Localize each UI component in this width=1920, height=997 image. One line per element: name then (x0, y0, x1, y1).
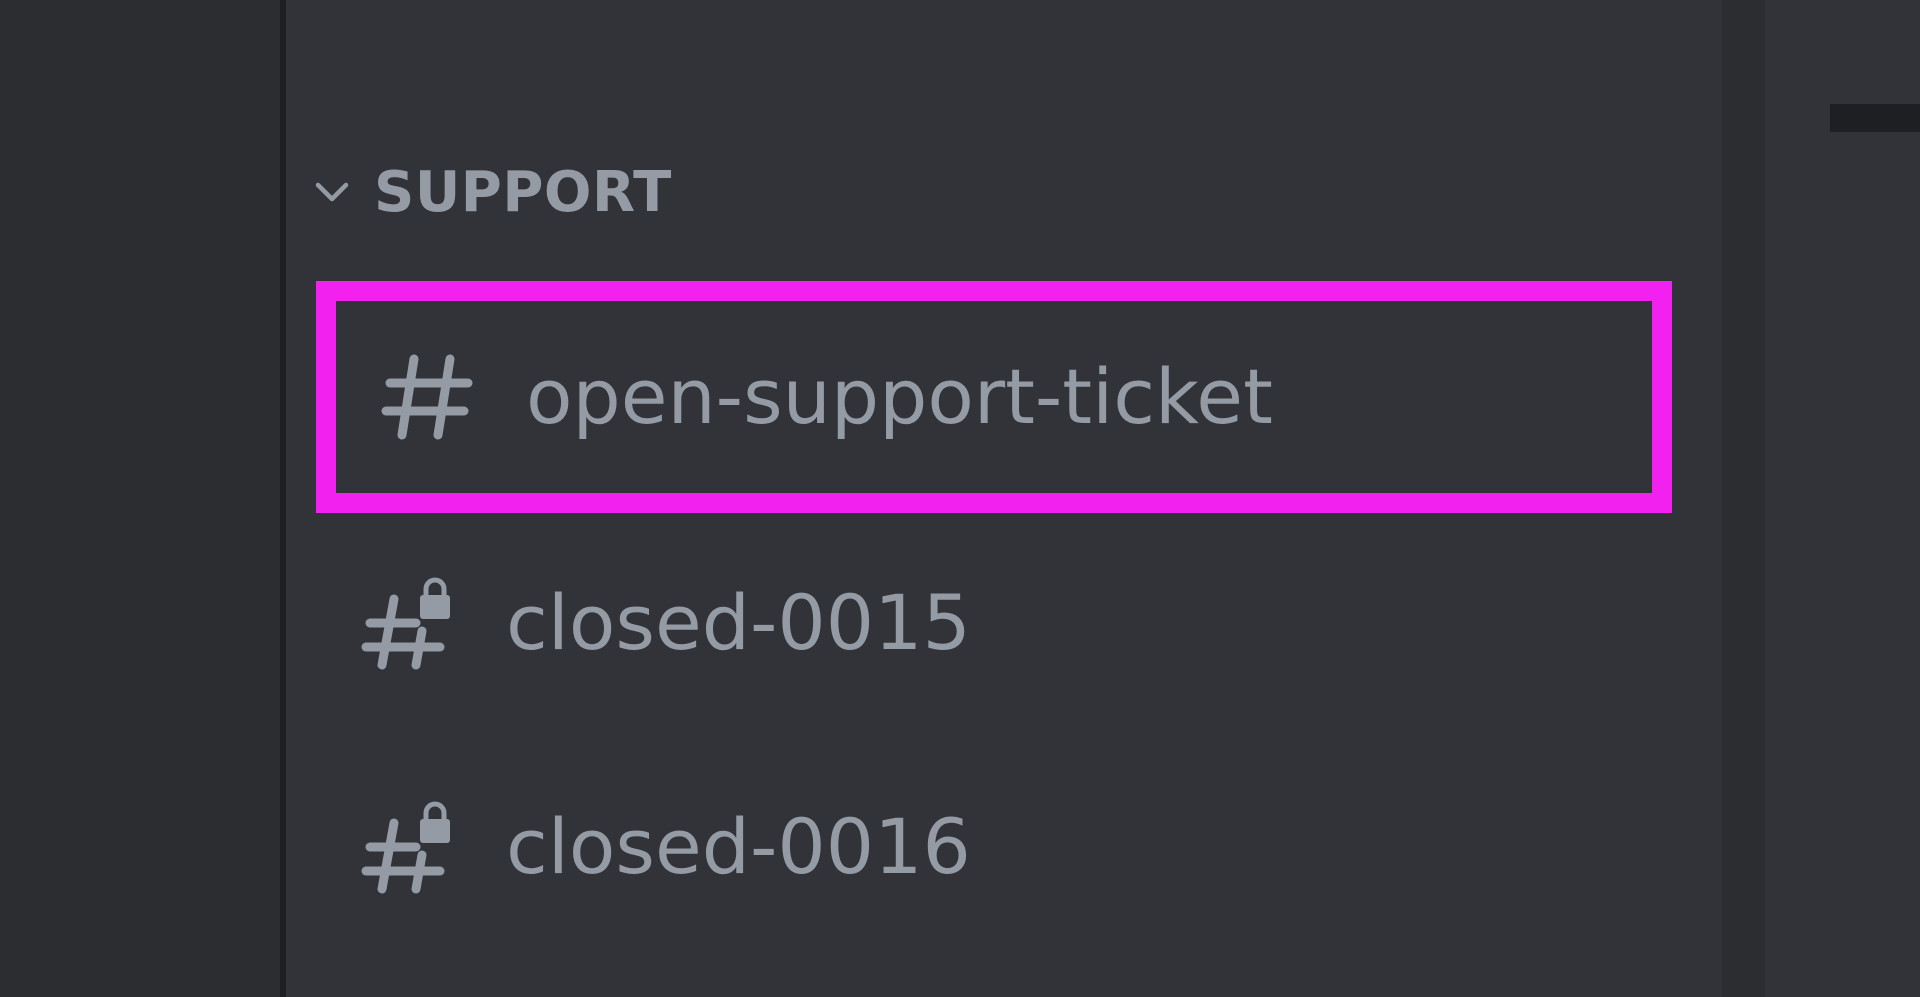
clipped-content-preview (1830, 104, 1920, 132)
locked-hash-icon (360, 573, 456, 673)
channel-item-closed-0016[interactable]: closed-0016 (316, 752, 1672, 942)
chat-area-edge (1765, 0, 1920, 997)
scrollbar-track[interactable] (1722, 0, 1765, 997)
chevron-down-icon (312, 172, 352, 212)
channel-item-open-support-ticket[interactable]: open-support-ticket (316, 281, 1672, 513)
server-rail (0, 0, 280, 997)
channel-item-closed-0015[interactable]: closed-0015 (316, 528, 1672, 718)
category-support[interactable]: SUPPORT (312, 159, 672, 225)
category-label: SUPPORT (374, 159, 672, 225)
hash-icon (380, 347, 476, 447)
channel-name: closed-0016 (506, 802, 971, 891)
channel-name: closed-0015 (506, 578, 971, 667)
channel-name: open-support-ticket (526, 352, 1273, 441)
locked-hash-icon (360, 797, 456, 897)
